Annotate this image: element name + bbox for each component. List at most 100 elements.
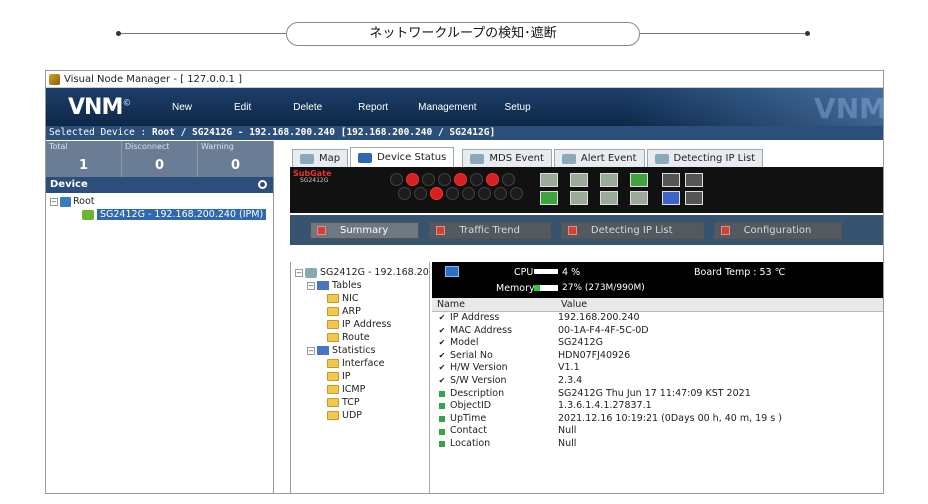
property-value: Null [558, 425, 577, 437]
search-icon[interactable] [258, 180, 267, 189]
tab-map[interactable]: Map [292, 149, 349, 167]
stat-warning: Warning 0 [201, 142, 241, 173]
property-name: Serial No [450, 349, 493, 361]
mib-interface[interactable]: Interface [295, 357, 429, 370]
table-icon [317, 281, 329, 290]
tree-device-label: SG2412G - 192.168.200.240 (IPM) [97, 209, 267, 220]
property-value: 00-1A-F4-4F-5C-0D [558, 324, 649, 336]
board-temp: Board Temp : 53 ℃ [694, 267, 786, 278]
property-value: V1.1 [558, 362, 580, 374]
status-subtabs: Summary Traffic Trend Detecting IP List … [290, 215, 883, 245]
app-icon [49, 73, 60, 85]
mib-statistics[interactable]: − Statistics [295, 344, 429, 357]
mib-tables[interactable]: − Tables [295, 279, 429, 292]
list-icon [654, 153, 669, 164]
main-tabs: Map Device Status MDS Event Alert Event … [278, 147, 883, 167]
collapse-icon[interactable]: − [50, 197, 58, 206]
check-icon: ✔ [438, 338, 446, 348]
subtab-summary[interactable]: Summary [310, 221, 420, 239]
banner-dot-left [116, 31, 121, 36]
table-row[interactable]: Location Null [432, 437, 883, 451]
device-info: CPU 4 % Memory 27% (273M/990M) Board Tem… [432, 262, 883, 493]
folder-icon [327, 320, 339, 329]
menu-bar: VNM© New Edit Delete Report Management S… [46, 88, 883, 126]
property-name: Contact [450, 425, 487, 437]
menu-edit[interactable]: Edit [234, 102, 251, 113]
property-value: Null [558, 437, 577, 449]
tab-mds-event[interactable]: MDS Event [462, 149, 552, 167]
header-watermark: VNM [623, 88, 883, 126]
selected-label: Selected Device : [49, 127, 147, 138]
property-name: ObjectID [450, 400, 492, 412]
device-tree: − Root SG2412G - 192.168.200.240 (IPM) [46, 193, 273, 221]
alert-icon [561, 153, 576, 164]
mib-ip-address[interactable]: IP Address [295, 318, 429, 331]
banner-line-left [118, 33, 286, 34]
status-square-icon [439, 428, 445, 435]
menu-report[interactable]: Report [358, 102, 388, 113]
property-value: 1.3.6.1.4.1.27837.1 [558, 400, 652, 412]
table-row[interactable]: ObjectID 1.3.6.1.4.1.27837.1 [432, 400, 883, 413]
menu-new[interactable]: New [172, 102, 192, 113]
folder-icon [327, 359, 339, 368]
mib-nic[interactable]: NIC [295, 292, 429, 305]
banner-line-right [640, 33, 808, 34]
check-icon: ✔ [438, 325, 446, 335]
device-image: SubGate SG2412G [290, 167, 883, 213]
table-row[interactable]: UpTime 2021.12.16 10:19:21 (0Days 00 h, 4… [432, 412, 883, 426]
tab-alert-event[interactable]: Alert Event [553, 149, 645, 167]
property-value: 2021.12.16 10:19:21 (0Days 00 h, 40 m, 1… [558, 412, 782, 424]
property-value: 2.3.4 [558, 374, 583, 386]
table-row[interactable]: ✔ MAC Address 00-1A-F4-4F-5C-0D [432, 324, 883, 338]
menu-setup[interactable]: Setup [505, 102, 531, 113]
banner-dot-right [805, 31, 810, 36]
tree-device[interactable]: SG2412G - 192.168.200.240 (IPM) [50, 208, 273, 221]
property-value: SG2412G [558, 337, 603, 349]
device-panel: Total 1 Disconnect 0 Warning 0 Device − Roo… [46, 141, 274, 493]
menu-delete[interactable]: Delete [293, 102, 322, 113]
stat-disconnect: Disconnect 0 [122, 141, 198, 177]
memory-value: 27% (273M/990M) [562, 283, 645, 293]
check-icon: ✔ [438, 363, 446, 373]
window-title: Visual Node Manager - [ 127.0.0.1 ] [64, 73, 242, 85]
table-row[interactable]: ✔ Serial No HDN07FJ40926 [432, 349, 883, 363]
subtab-traffic-trend[interactable]: Traffic Trend [429, 221, 551, 239]
main-panel: Map Device Status MDS Event Alert Event … [278, 141, 883, 493]
table-row[interactable]: Contact Null [432, 425, 883, 438]
title-bar: Visual Node Manager - [ 127.0.0.1 ] [46, 71, 883, 88]
menu-management[interactable]: Management [418, 102, 476, 113]
table-row[interactable]: ✔ H/W Version V1.1 [432, 362, 883, 375]
cpu-bar [534, 269, 558, 274]
property-name: UpTime [450, 412, 487, 424]
network-icon [60, 196, 71, 207]
mib-icmp[interactable]: ICMP [295, 383, 429, 396]
folder-icon [327, 411, 339, 420]
selected-device-bar: Selected Device : Root / SG2412G - 192.1… [46, 126, 883, 140]
tab-device-status[interactable]: Device Status [350, 147, 455, 167]
mib-arp[interactable]: ARP [295, 305, 429, 318]
subtab-detecting-ip-list[interactable]: Detecting IP List [560, 221, 704, 239]
property-table: Name Value ✔ IP Address 192.168.200.240 ✔ MA… [432, 298, 883, 451]
map-icon [300, 153, 314, 164]
property-name: Model [450, 337, 479, 349]
property-name: IP Address [450, 312, 500, 323]
tab-detecting-ip-list[interactable]: Detecting IP List [646, 149, 764, 167]
table-row[interactable]: ✔ S/W Version 2.3.4 [432, 374, 883, 388]
property-header: Name Value [432, 298, 883, 312]
table-row[interactable]: Description SG2412G Thu Jun 17 11:47:09 K… [432, 388, 883, 401]
property-name: MAC Address [450, 324, 513, 336]
check-icon: ✔ [438, 375, 446, 385]
tree-root[interactable]: − Root [50, 195, 273, 208]
status-square-icon [439, 416, 445, 423]
mib-root[interactable]: − SG2412G - 192.168.20 [295, 266, 429, 279]
cpu-value: 4 % [562, 267, 581, 278]
switch-icon [305, 267, 317, 278]
monitor-icon [358, 152, 373, 163]
table-row[interactable]: ✔ Model SG2412G [432, 337, 883, 350]
mib-ip[interactable]: IP [295, 370, 429, 383]
mib-udp[interactable]: UDP [295, 409, 429, 422]
mib-route[interactable]: Route [295, 331, 429, 344]
mib-tcp[interactable]: TCP [295, 396, 429, 409]
table-row[interactable]: ✔ IP Address 192.168.200.240 [432, 312, 883, 325]
subtab-configuration[interactable]: Configuration [713, 221, 843, 239]
